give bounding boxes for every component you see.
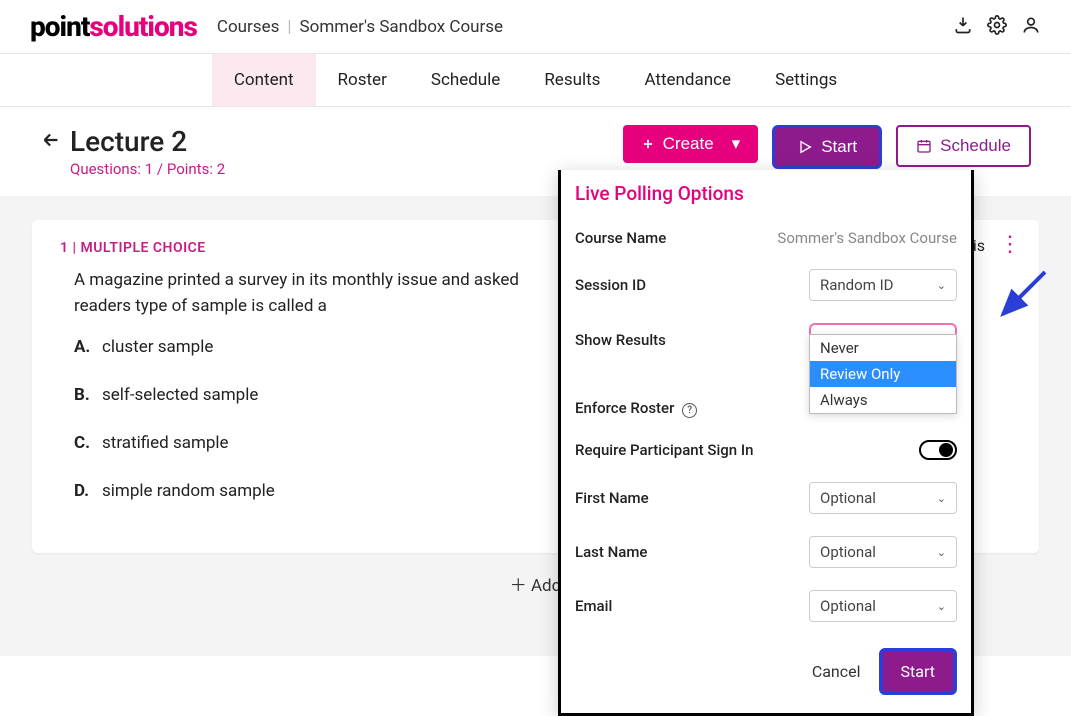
start-button[interactable]: Start [772,125,882,169]
popup-start-button[interactable]: Start [879,648,957,695]
schedule-button[interactable]: Schedule [896,125,1031,167]
tab-attendance[interactable]: Attendance [622,54,753,106]
subnav: Content Roster Schedule Results Attendan… [0,54,1071,107]
dropdown-option-always[interactable]: Always [810,387,956,413]
tab-content[interactable]: Content [212,54,316,106]
page-title: Lecture 2 [70,125,225,158]
session-id-label: Session ID [575,276,809,294]
course-name-value: Sommer's Sandbox Course [777,229,957,247]
kebab-icon[interactable]: ⋮ [999,241,1021,250]
tab-settings[interactable]: Settings [753,54,859,106]
show-results-label: Show Results [575,331,809,349]
dropdown-option-review-only[interactable]: Review Only [810,361,956,387]
download-icon[interactable] [953,15,973,39]
breadcrumb: Courses | Sommer's Sandbox Course [217,17,503,37]
chevron-down-icon: ⌄ [937,279,946,292]
require-signin-label: Require Participant Sign In [575,441,919,459]
email-label: Email [575,597,809,615]
tab-schedule[interactable]: Schedule [409,54,522,106]
breadcrumb-current[interactable]: Sommer's Sandbox Course [300,17,504,37]
create-button[interactable]: Create ▾ [623,125,759,163]
question-text: A magazine printed a survey in its month… [74,268,574,319]
last-name-label: Last Name [575,543,809,561]
page-meta: Questions: 1 / Points: 2 [70,160,225,178]
first-name-label: First Name [575,489,809,507]
chevron-down-icon: ⌄ [937,600,946,613]
chevron-down-icon: ⌄ [937,492,946,505]
first-name-select[interactable]: Optional⌄ [809,482,957,514]
back-arrow-icon[interactable] [40,129,62,155]
calendar-icon [916,138,932,154]
brand-logo: pointsolutions [30,10,197,43]
show-results-dropdown: Never Review Only Always [809,334,957,414]
popup-title: Live Polling Options [575,182,957,205]
chevron-down-icon: ▾ [732,134,741,154]
course-name-label: Course Name [575,229,777,247]
dropdown-option-never[interactable]: Never [810,335,956,361]
plus-icon [641,137,655,151]
session-id-select[interactable]: Random ID ⌄ [809,269,957,301]
play-icon [797,139,813,155]
email-select[interactable]: Optional⌄ [809,590,957,622]
require-signin-toggle[interactable] [919,440,957,460]
breadcrumb-root[interactable]: Courses [217,17,279,37]
cancel-button[interactable]: Cancel [812,662,861,681]
card-extra-text: is [973,236,985,255]
user-icon[interactable] [1021,15,1041,39]
tab-results[interactable]: Results [522,54,622,106]
help-icon[interactable]: ? [682,403,697,418]
chevron-down-icon: ⌄ [937,546,946,559]
annotation-arrow-icon [993,264,1053,324]
live-polling-popup: Live Polling Options Course Name Sommer'… [558,170,974,716]
gear-icon[interactable] [987,15,1007,39]
last-name-select[interactable]: Optional⌄ [809,536,957,568]
tab-roster[interactable]: Roster [316,54,409,106]
